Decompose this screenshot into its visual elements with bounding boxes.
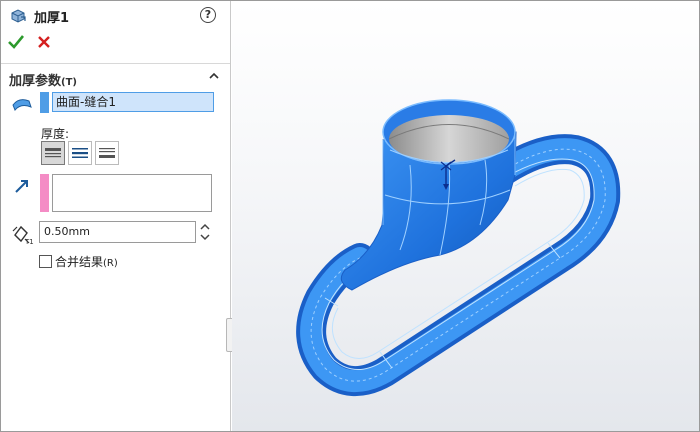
thicken-both-sides-icon (72, 148, 88, 158)
svg-text:T1: T1 (24, 238, 34, 245)
surface-selection-box[interactable]: 曲面-缝合1 (52, 92, 214, 112)
checkbox-icon[interactable] (39, 255, 52, 268)
panel-header: 加厚1 ? (1, 1, 230, 29)
merge-result-checkbox[interactable]: 合并结果(R) (39, 253, 118, 270)
merge-result-label: 合并结果 (55, 255, 104, 269)
section-divider (1, 63, 230, 64)
thickness-t1-icon: T1 (12, 225, 34, 245)
help-icon[interactable]: ? (200, 7, 216, 23)
selection-color-bar (40, 92, 49, 113)
direction-arrow-icon (15, 180, 28, 193)
cancel-close-icon[interactable] (35, 33, 53, 51)
thickness-t1-input[interactable]: 0.50mm (39, 221, 196, 243)
direction-color-bar (40, 174, 49, 212)
spin-stepper-icon[interactable] (198, 221, 212, 243)
ok-checkmark-icon[interactable] (7, 33, 25, 51)
thicken-side1-button[interactable] (41, 141, 65, 165)
thickness-label: 厚度: (41, 127, 70, 141)
cup-body (340, 99, 517, 291)
property-manager: 加厚1 ? 加厚参数(T) 曲面-缝合1 厚度: T1 0.50mm 合并结果(… (1, 1, 231, 431)
merge-result-shortcut: (R) (103, 258, 118, 269)
section-title[interactable]: 加厚参数(T) (9, 70, 77, 89)
graphics-viewport[interactable] (232, 1, 699, 431)
thicken-side2-icon (99, 148, 115, 158)
handle-loop-model[interactable] (232, 1, 699, 431)
surface-select-icon (12, 99, 32, 111)
thicken-both-sides-button[interactable] (68, 141, 92, 165)
thicken-side2-button[interactable] (95, 141, 119, 165)
thicken-side1-icon (45, 148, 61, 158)
direction-selection-box[interactable] (52, 174, 212, 212)
section-shortcut: (T) (61, 77, 77, 88)
thicken-feature-icon (11, 9, 26, 23)
feature-title: 加厚1 (34, 11, 70, 26)
chevron-up-icon[interactable] (207, 69, 221, 83)
section-title-label: 加厚参数 (9, 74, 62, 89)
